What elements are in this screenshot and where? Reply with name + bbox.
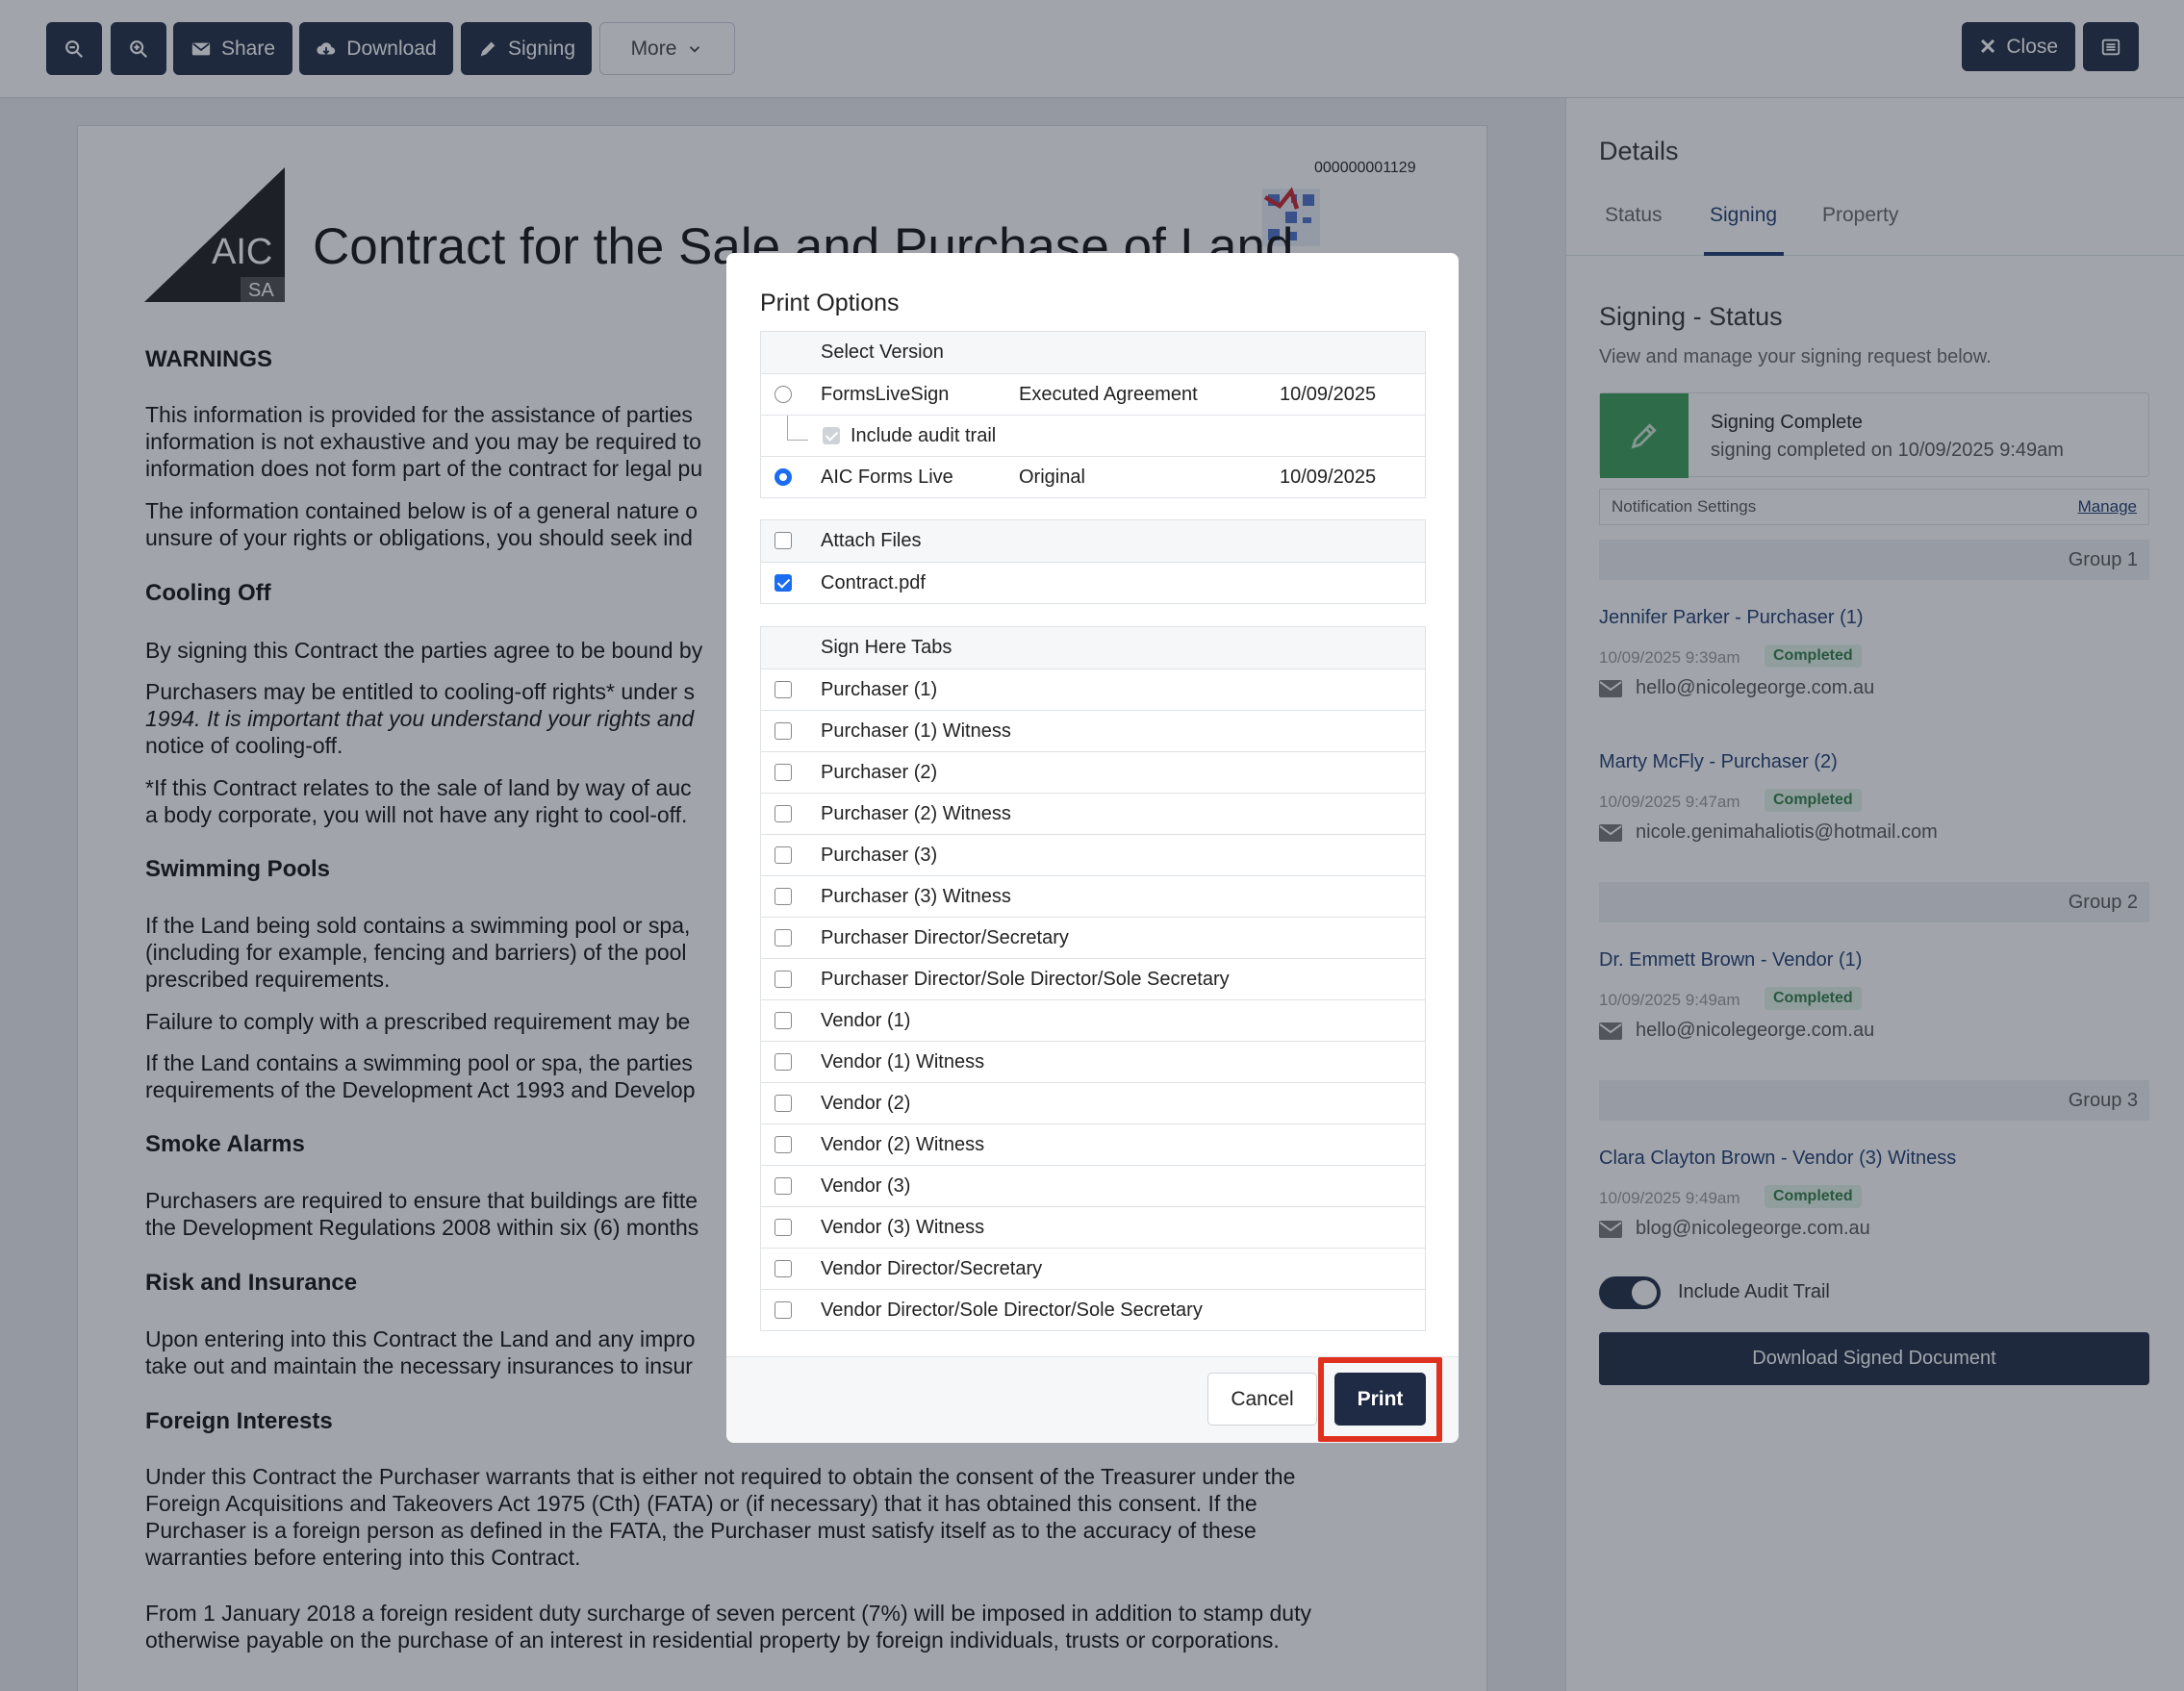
version-row[interactable]: AIC Forms Live Original 10/09/2025 <box>761 456 1425 497</box>
sign-tab-checkbox[interactable] <box>775 1095 792 1112</box>
sign-tab-checkbox[interactable] <box>775 805 792 822</box>
version-radio[interactable] <box>775 386 792 403</box>
audit-trail-checkbox <box>823 427 840 444</box>
sign-tab-row[interactable]: Purchaser (2) Witness <box>761 793 1425 834</box>
sign-tab-row[interactable]: Vendor (3) Witness <box>761 1206 1425 1248</box>
sign-tab-checkbox[interactable] <box>775 1177 792 1195</box>
sign-here-tabs-header: Sign Here Tabs <box>761 627 1425 669</box>
file-row[interactable]: Contract.pdf <box>761 562 1425 603</box>
sign-tab-row[interactable]: Purchaser (2) <box>761 751 1425 793</box>
sign-tab-row[interactable]: Vendor (2) Witness <box>761 1123 1425 1165</box>
cancel-button[interactable]: Cancel <box>1207 1373 1317 1426</box>
attach-files-table: Attach Files Contract.pdf <box>760 519 1426 604</box>
sign-tab-checkbox[interactable] <box>775 1219 792 1236</box>
sign-tab-row[interactable]: Purchaser (3) Witness <box>761 875 1425 917</box>
print-button-highlight <box>1318 1357 1442 1442</box>
sign-tab-checkbox[interactable] <box>775 1012 792 1029</box>
sign-tab-checkbox[interactable] <box>775 722 792 740</box>
sign-tab-row[interactable]: Purchaser (1) Witness <box>761 710 1425 751</box>
sign-tab-row[interactable]: Vendor Director/Secretary <box>761 1248 1425 1289</box>
sign-tab-checkbox[interactable] <box>775 1301 792 1319</box>
select-version-table: Select Version FormsLiveSign Executed Ag… <box>760 331 1426 498</box>
sign-here-tabs-table: Sign Here Tabs Purchaser (1) Purchaser (… <box>760 626 1426 1331</box>
attach-files-select-all-checkbox[interactable] <box>775 532 792 549</box>
sign-tab-checkbox[interactable] <box>775 929 792 946</box>
sign-tab-checkbox[interactable] <box>775 1260 792 1277</box>
sign-tab-row[interactable]: Vendor (1) Witness <box>761 1041 1425 1082</box>
sign-tab-row[interactable]: Vendor (2) <box>761 1082 1425 1123</box>
print-options-modal: Print Options Select Version FormsLiveSi… <box>726 253 1459 1443</box>
tree-connector <box>787 416 808 441</box>
sign-tab-checkbox[interactable] <box>775 1136 792 1153</box>
version-row[interactable]: FormsLiveSign Executed Agreement 10/09/2… <box>761 373 1425 415</box>
file-checkbox[interactable] <box>775 574 792 592</box>
sign-tab-row[interactable]: Purchaser Director/Sole Director/Sole Se… <box>761 958 1425 999</box>
audit-trail-row: Include audit trail <box>761 415 1425 456</box>
sign-tab-row[interactable]: Vendor (1) <box>761 999 1425 1041</box>
sign-tab-checkbox[interactable] <box>775 888 792 905</box>
sign-tab-row[interactable]: Purchaser (3) <box>761 834 1425 875</box>
sign-tab-checkbox[interactable] <box>775 764 792 781</box>
select-version-header: Select Version <box>761 332 1425 373</box>
sign-tab-checkbox[interactable] <box>775 846 792 864</box>
sign-tab-checkbox[interactable] <box>775 971 792 988</box>
attach-files-header[interactable]: Attach Files <box>761 520 1425 562</box>
sign-tab-row[interactable]: Vendor Director/Sole Director/Sole Secre… <box>761 1289 1425 1330</box>
sign-tab-checkbox[interactable] <box>775 681 792 698</box>
sign-tab-checkbox[interactable] <box>775 1053 792 1071</box>
modal-title: Print Options <box>760 290 900 316</box>
version-radio-selected[interactable] <box>775 468 792 486</box>
sign-tab-row[interactable]: Vendor (3) <box>761 1165 1425 1206</box>
sign-tab-row[interactable]: Purchaser Director/Secretary <box>761 917 1425 958</box>
sign-tab-row[interactable]: Purchaser (1) <box>761 669 1425 710</box>
